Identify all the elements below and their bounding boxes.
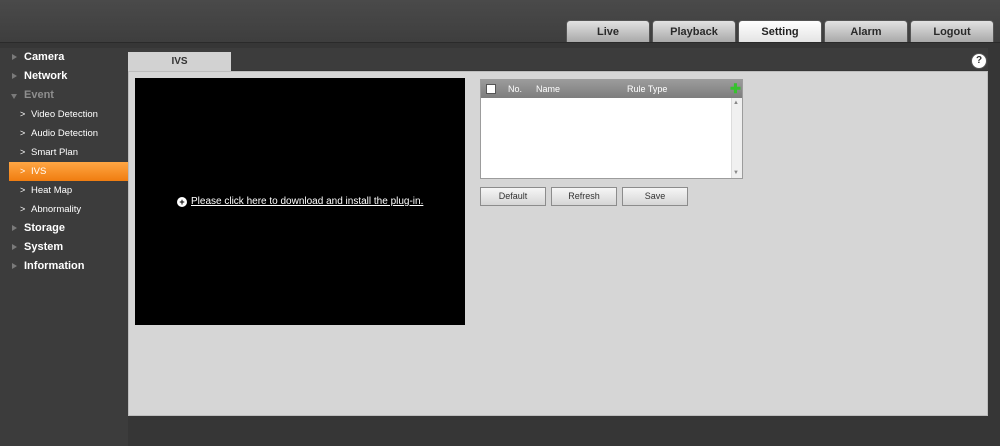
column-header-rule-type: Rule Type [627,84,668,94]
sidebar-item-event[interactable]: Event [0,86,128,105]
tab-setting[interactable]: Setting [738,20,822,42]
sidebar-item-network[interactable]: Network [0,67,128,86]
sidebar-item-smart-plan[interactable]: > Smart Plan [0,143,128,162]
tab-playback[interactable]: Playback [652,20,736,42]
rule-table-header: No. Name Rule Type ✚ [481,80,742,98]
sidebar-item-label: Smart Plan [31,147,78,158]
default-button[interactable]: Default [480,187,546,206]
add-rule-icon[interactable]: ✚ [730,82,741,95]
sidebar-item-label: Abnormality [31,204,82,215]
save-button[interactable]: Save [622,187,688,206]
rule-table: No. Name Rule Type ✚ ▲ ▼ [480,79,743,179]
chevron-right-icon: > [20,109,26,119]
sidebar-item-system[interactable]: System [0,238,128,257]
select-all-checkbox[interactable] [486,84,496,94]
chevron-right-icon: > [20,204,26,214]
sidebar-item-label: Video Detection [31,109,98,120]
expand-arrow-icon [12,263,17,269]
tab-ivs[interactable]: IVS [128,52,231,71]
chevron-right-icon: > [20,185,26,195]
sidebar-item-label: Audio Detection [31,128,99,139]
main-nav-tabs: Live Playback Setting Alarm Logout [566,20,994,42]
plugin-download-link[interactable]: + Please click here to download and insta… [177,196,423,207]
column-header-name: Name [536,84,561,94]
expand-arrow-icon [12,54,17,60]
sidebar-item-label: Network [24,70,68,82]
sidebar-item-camera[interactable]: Camera [0,48,128,67]
collapse-arrow-icon [11,94,17,99]
expand-arrow-icon [12,244,17,250]
sidebar-item-label: IVS [31,166,47,177]
help-icon[interactable]: ? [971,53,987,69]
tab-live[interactable]: Live [566,20,650,42]
tab-alarm[interactable]: Alarm [824,20,908,42]
scroll-up-icon[interactable]: ▲ [733,100,739,106]
sidebar-item-label: Camera [24,51,65,63]
sidebar-item-information[interactable]: Information [0,257,128,276]
scroll-down-icon[interactable]: ▼ [733,170,739,176]
sidebar-item-ivs[interactable]: > IVS [9,162,128,181]
sidebar-item-label: Information [24,260,85,272]
video-preview: + Please click here to download and insta… [135,78,465,325]
chevron-right-icon: > [20,147,26,157]
sidebar: Camera Network Event > Video Detection >… [0,48,128,446]
chevron-right-icon: > [20,166,26,176]
plus-circle-icon: + [177,197,187,207]
sidebar-item-abnormality[interactable]: > Abnormality [0,200,128,219]
expand-arrow-icon [12,73,17,79]
top-bar: Live Playback Setting Alarm Logout [0,0,1000,43]
sidebar-item-label: Heat Map [31,185,73,196]
plugin-link-text: Please click here to download and instal… [191,196,424,207]
sidebar-item-storage[interactable]: Storage [0,219,128,238]
sidebar-item-audio-detection[interactable]: > Audio Detection [0,124,128,143]
sidebar-item-label: Event [24,89,54,101]
sidebar-item-heat-map[interactable]: > Heat Map [0,181,128,200]
column-header-no: No. [508,84,523,94]
content-header [128,48,988,70]
sidebar-item-video-detection[interactable]: > Video Detection [0,105,128,124]
sidebar-item-label: System [24,241,64,253]
sidebar-item-label: Storage [24,222,65,234]
chevron-right-icon: > [20,128,26,138]
expand-arrow-icon [12,225,17,231]
rule-table-scrollbar[interactable]: ▲ ▼ [731,98,742,178]
refresh-button[interactable]: Refresh [551,187,617,206]
tab-logout[interactable]: Logout [910,20,994,42]
